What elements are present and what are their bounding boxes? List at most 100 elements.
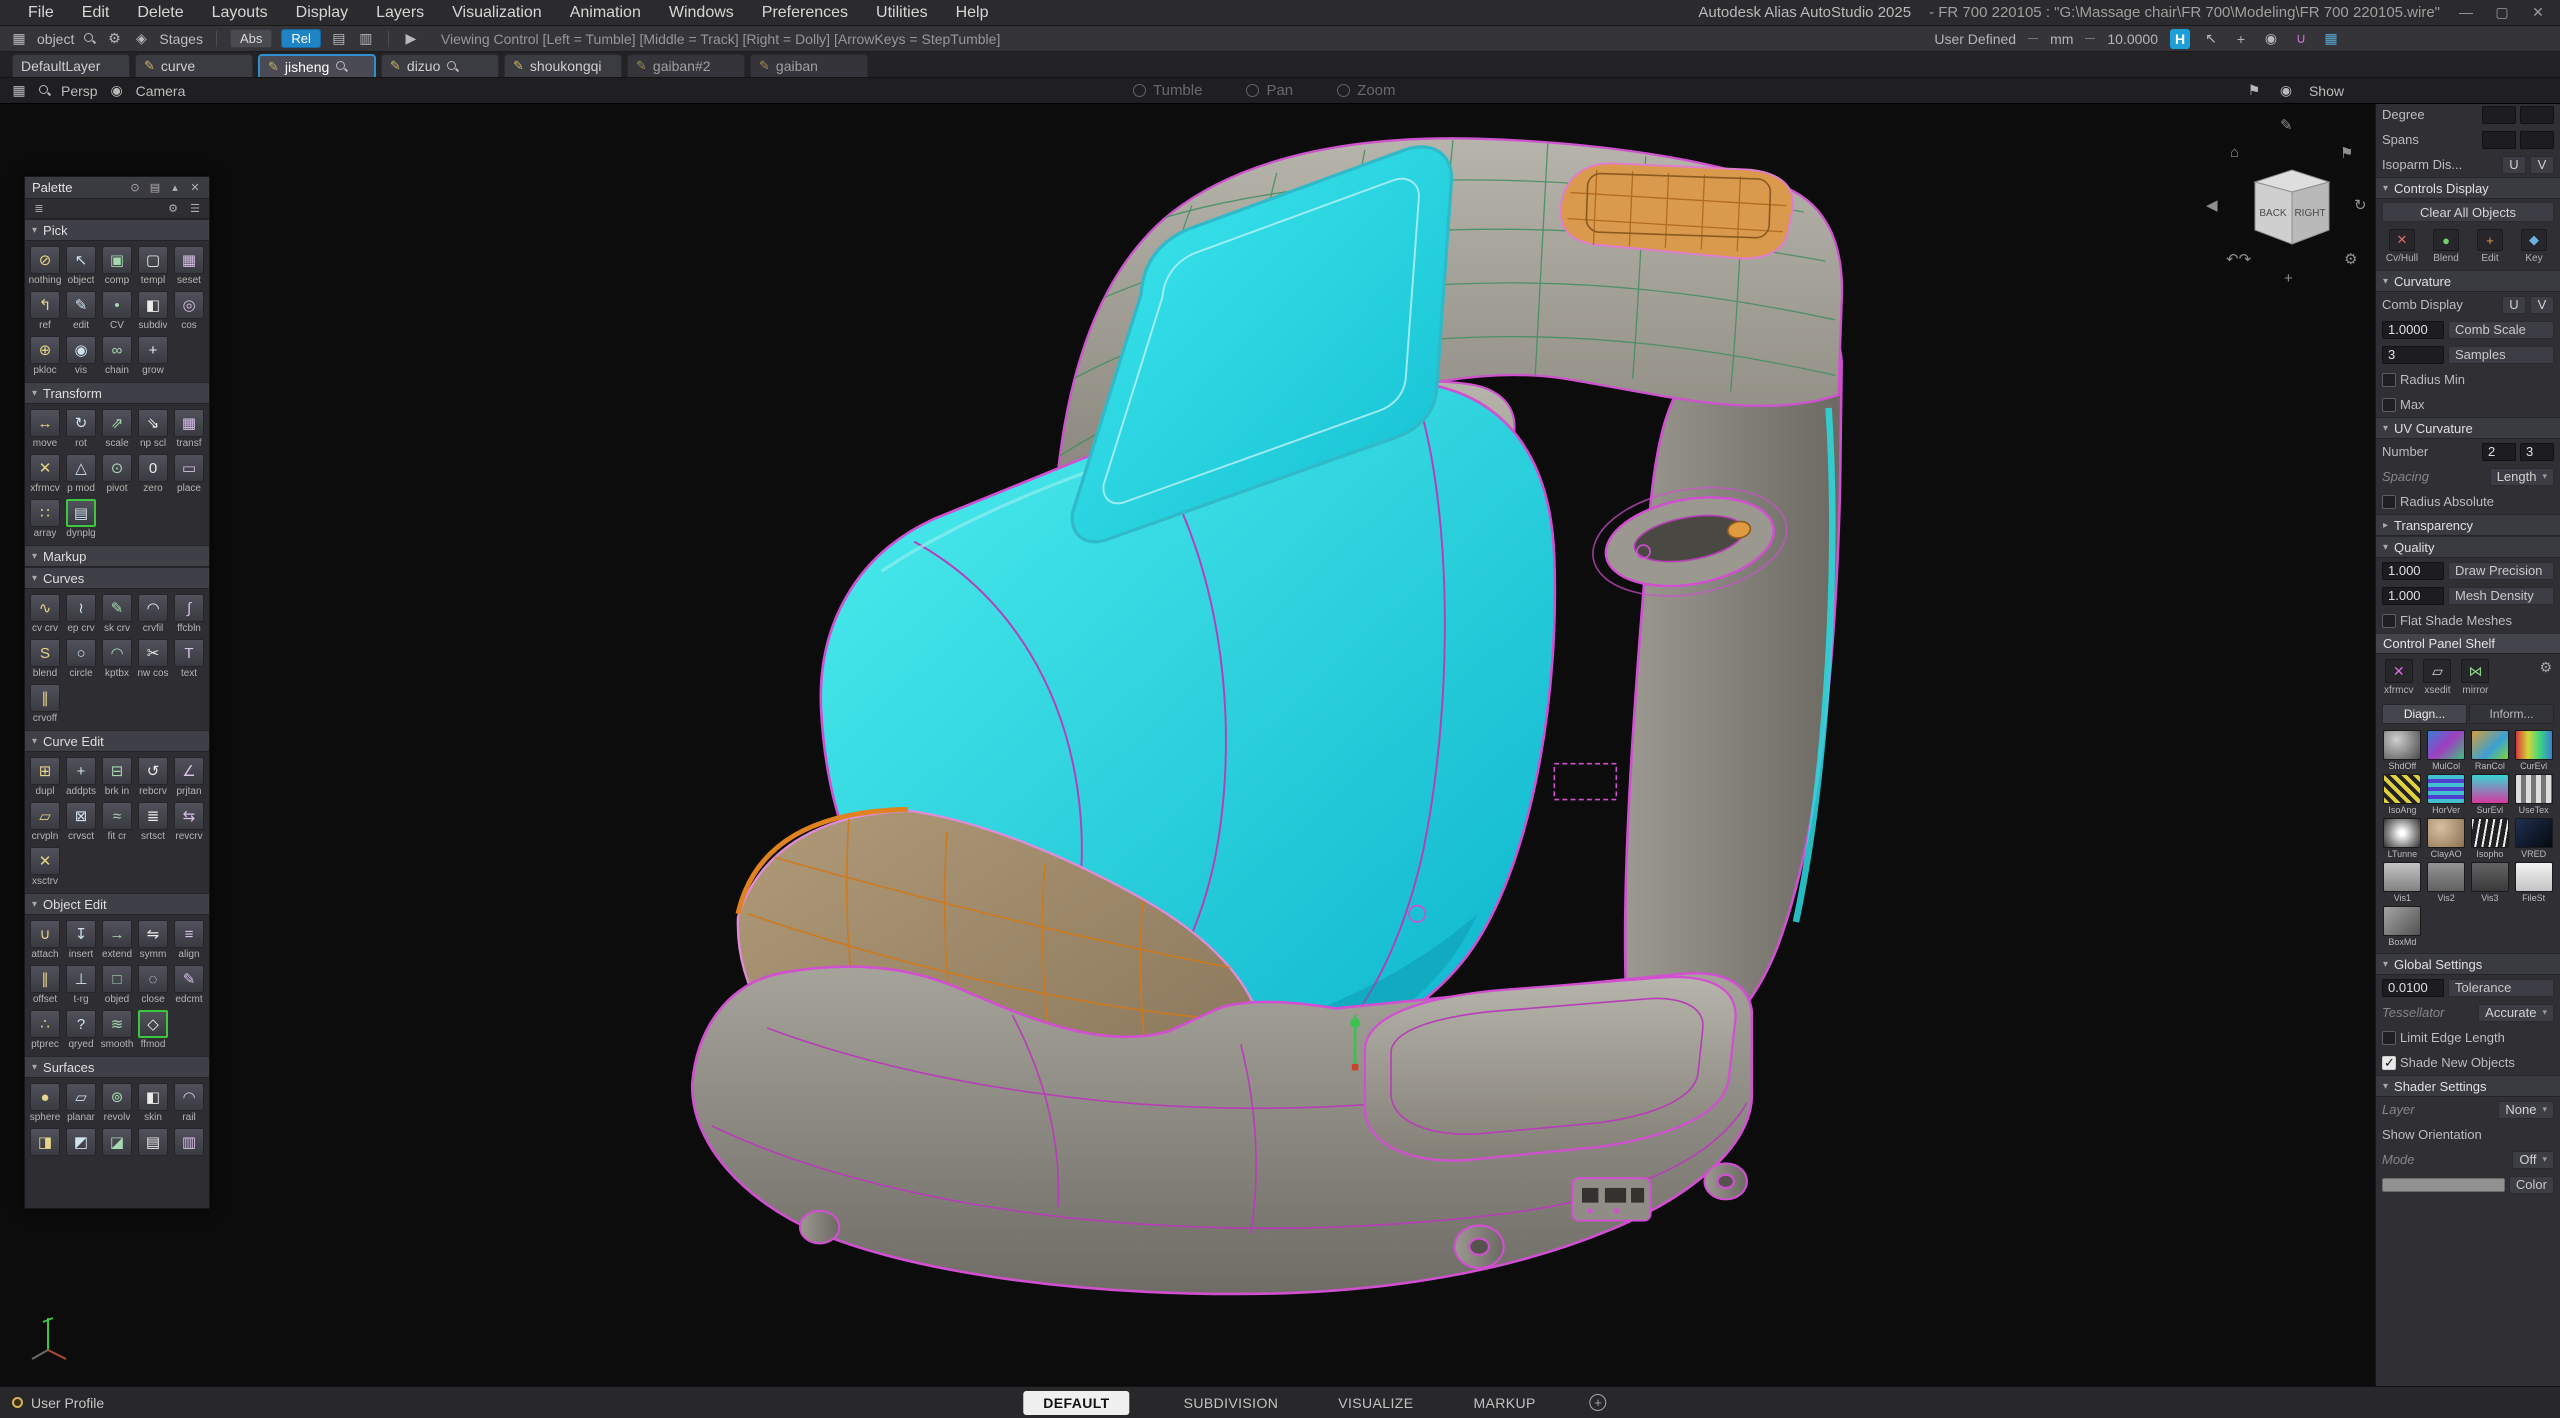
menu-item[interactable]: Utilities [862,4,942,22]
magnifier-icon[interactable] [335,60,348,73]
palette-tool[interactable]: ◌close [135,963,171,1008]
palette-tool[interactable]: ◩ [63,1126,99,1171]
section-transparency[interactable]: Transparency [2376,514,2560,536]
menu-item[interactable]: Animation [556,4,655,22]
palette-tool[interactable]: ◪ [99,1126,135,1171]
palette-tool[interactable]: ⊘nothing [27,244,63,289]
shading-mode[interactable]: CurEvl [2513,730,2554,771]
user-profile-label[interactable]: User Profile [31,1395,104,1411]
palette-section-curve-edit[interactable]: Curve Edit [25,730,209,752]
palette-section-markup[interactable]: Markup [25,545,209,567]
isoparm-v-button[interactable]: V [2530,156,2554,174]
palette-tool[interactable]: Sblend [27,637,63,682]
show-orientation-label[interactable]: Show Orientation [2382,1127,2482,1142]
layer-tab[interactable]: DefaultLayer [12,54,130,77]
palette-gear-icon[interactable]: ⚙ [166,202,180,215]
palette-tool[interactable]: ↻rot [63,407,99,452]
display-toggle[interactable]: ✕ Cv/Hull [2382,229,2422,264]
palette-tool[interactable]: ▱planar [63,1081,99,1126]
menu-item[interactable]: Edit [68,4,124,22]
layer-tab[interactable]: curve [135,54,253,77]
palette-tool[interactable]: ▭place [171,452,207,497]
shading-mode[interactable]: UseTex [2513,774,2554,815]
bookmark-icon[interactable]: ⚑ [2340,144,2353,162]
display-toggle[interactable]: + Edit [2470,229,2510,264]
palette-tool[interactable]: Ttext [171,637,207,682]
palette-tool[interactable]: ▦transf [171,407,207,452]
palette-tool[interactable]: →extend [99,918,135,963]
shading-mode[interactable]: ClayAO [2426,818,2467,859]
units-label[interactable]: mm [2050,31,2073,47]
comb-scale-button[interactable]: Comb Scale [2448,321,2554,339]
shading-mode[interactable]: ShdOff [2382,730,2423,771]
palette-tool[interactable]: ○circle [63,637,99,682]
viewcube-face-right[interactable]: RIGHT [2294,208,2325,219]
zoom-plus-icon[interactable]: + [2284,270,2293,287]
layer-tab[interactable]: gaiban [750,54,868,77]
palette-tool[interactable]: ✎sk crv [99,592,135,637]
workspace-tab[interactable]: MARKUP [1467,1391,1541,1415]
palette-tool[interactable]: ∫ffcbln [171,592,207,637]
display-toggle[interactable]: ◆ Key [2514,229,2554,264]
camera-name[interactable]: Persp [61,83,98,99]
mesh-density-button[interactable]: Mesh Density [2448,587,2554,605]
palette-tool[interactable]: ✕xfrmcv [27,452,63,497]
viewcube-face-back[interactable]: BACK [2259,208,2287,219]
tolerance-field[interactable]: 0.0100 [2382,979,2444,997]
palette-tool[interactable]: ▤dynplg [63,497,99,542]
palette-tool[interactable]: ▣comp [99,244,135,289]
palette-tool[interactable]: ∴ptprec [27,1008,63,1053]
palette-tool[interactable]: ∿cv crv [27,592,63,637]
isoparm-u-button[interactable]: U [2502,156,2526,174]
palette-tool[interactable]: ⇘np scl [135,407,171,452]
pencil-icon[interactable]: ✎ [2280,116,2293,134]
menu-item[interactable]: Layouts [198,4,282,22]
palette-tool[interactable]: ↔move [27,407,63,452]
layer-tab[interactable]: shoukongqi [504,54,622,77]
section-uv-curvature[interactable]: UV Curvature [2376,417,2560,439]
palette-tool[interactable]: ✎edit [63,289,99,334]
history-toggle-button[interactable]: H [2170,29,2190,49]
palette-section-transform[interactable]: Transform [25,382,209,404]
palette-tool[interactable]: ▦seset [171,244,207,289]
menu-item[interactable]: Preferences [748,4,862,22]
palette-tool[interactable]: ↰ref [27,289,63,334]
spans-u-field[interactable] [2482,131,2516,149]
palette-tool[interactable]: ⊥t-rg [63,963,99,1008]
spans-v-field[interactable] [2520,131,2554,149]
palette-section-pick[interactable]: Pick [25,219,209,241]
menu-item[interactable]: Windows [655,4,748,22]
workspace-tab[interactable]: SUBDIVISION [1178,1391,1285,1415]
grid-icon[interactable]: ▦ [10,30,28,47]
user-defined-label[interactable]: User Defined [1934,31,2016,47]
palette-tool[interactable]: ≋smooth [99,1008,135,1053]
section-quality[interactable]: Quality [2376,536,2560,558]
list-view-icon[interactable]: ≣ [32,202,46,215]
magnifier-icon[interactable] [446,60,459,73]
palette-tool[interactable]: ▤ [135,1126,171,1171]
close-button[interactable]: ✕ [2530,4,2546,21]
panel-icon[interactable]: ▦ [10,82,28,99]
menu-item[interactable]: File [14,4,68,22]
shade-new-objects-checkbox[interactable] [2382,1056,2396,1070]
shading-mode[interactable]: FileSt [2513,862,2554,903]
cursor-icon[interactable]: ↖ [2202,30,2220,47]
palette-tool[interactable]: ⊟brk in [99,755,135,800]
palette-tool[interactable]: ✂nw cos [135,637,171,682]
layer-tab[interactable]: jisheng [258,54,376,77]
palette-section-curves[interactable]: Curves [25,567,209,589]
draw-precision-field[interactable]: 1.000 [2382,562,2444,580]
palette-tool[interactable]: ▢templ [135,244,171,289]
menu-icon[interactable]: ▤ [148,181,162,194]
palette-tool[interactable]: 0zero [135,452,171,497]
palette-tool[interactable]: ?qryed [63,1008,99,1053]
palette-tool[interactable]: ⇆revcrv [171,800,207,845]
shading-mode[interactable]: MulCol [2426,730,2467,771]
rel-button[interactable]: Rel [281,29,321,48]
visibility-icon[interactable]: ◉ [2277,82,2295,99]
hamburger-icon[interactable]: ☰ [188,202,202,215]
object-mode-button[interactable]: object [37,31,74,47]
palette-tool[interactable]: ⊚revolv [99,1081,135,1126]
comb-u-button[interactable]: U [2502,296,2526,314]
palette-tool[interactable]: ✎edcmt [171,963,207,1008]
